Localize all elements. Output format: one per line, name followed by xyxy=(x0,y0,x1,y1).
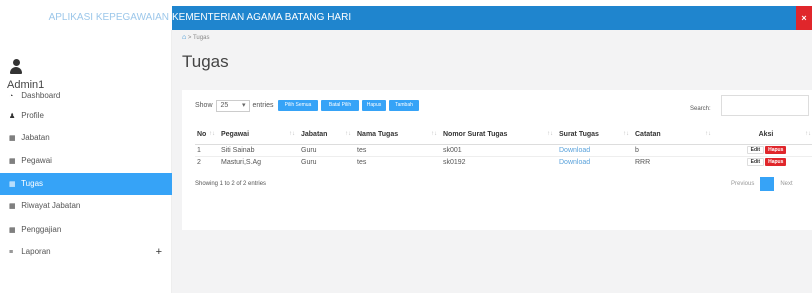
table-info: Showing 1 to 2 of 2 entries xyxy=(195,181,267,187)
cell-catatan: b xyxy=(633,143,715,156)
user-icon: ♟ xyxy=(9,113,16,120)
cell-nama-tugas: tes xyxy=(355,143,441,156)
sidebar-item-label: Riwayat Jabatan xyxy=(21,201,81,210)
sidebar-item-label: Dashboard xyxy=(21,91,61,100)
cell-no: 1 xyxy=(195,143,219,156)
cell-nomor-surat: sk0192 xyxy=(441,155,557,168)
table-icon: ▦ xyxy=(9,203,16,210)
cell-nama-tugas: tes xyxy=(355,155,441,168)
home-icon[interactable]: ⌂ xyxy=(182,34,186,41)
sidebar-item-jabatan[interactable]: ▦ Jabatan xyxy=(0,127,172,149)
column-header[interactable]: No ↑↓ xyxy=(195,126,219,145)
cell-nomor-surat: sk001 xyxy=(441,143,557,156)
sidebar-item-label: Profile xyxy=(21,111,44,120)
table-icon: ▦ xyxy=(9,181,16,188)
sidebar-item-profile[interactable]: ♟ Profile xyxy=(0,105,172,127)
sidebar-item-dashboard[interactable]: ◔ Dashboard xyxy=(0,85,172,107)
cell-jabatan: Guru xyxy=(299,155,355,168)
column-header[interactable]: Catatan ↑↓ xyxy=(633,126,715,145)
bars-icon: ≡ xyxy=(9,249,14,256)
app-title-text: KEMENTERIAN AGAMA BATANG HARI xyxy=(172,12,352,23)
entries-select[interactable]: 25 xyxy=(215,100,250,112)
download-link[interactable]: Download xyxy=(557,143,633,156)
column-header[interactable]: Nama Tugas ↑↓ xyxy=(355,126,441,145)
cell-aksi: Edit Hapus xyxy=(715,143,812,156)
breadcrumb: ⌂ > Tugas xyxy=(182,34,209,41)
column-header[interactable]: Jabatan ↑↓ xyxy=(299,126,355,145)
sidebar-item-label: Pegawai xyxy=(21,156,52,165)
cell-pegawai: Masturi,S.Ag xyxy=(219,155,299,168)
breadcrumb-separator: > xyxy=(187,35,192,41)
table-icon: ▦ xyxy=(9,158,16,165)
breadcrumb-current: Tugas xyxy=(192,35,210,41)
table-icon: ▦ xyxy=(9,227,16,234)
cell-pegawai: Siti Sainab xyxy=(219,143,299,156)
sidebar-item-pegawai[interactable]: ▦ Pegawai xyxy=(0,150,172,172)
user-avatar-icon xyxy=(9,59,23,75)
column-header[interactable]: Aksi ↑↓ xyxy=(715,126,812,145)
cell-aksi: Edit Hapus xyxy=(715,155,812,168)
search-input[interactable] xyxy=(721,95,809,116)
sidebar-item-label: Tugas xyxy=(21,179,44,188)
app-title: APLIKASI KEPEGAWAIAN KEMENTERIAN AGAMA B… xyxy=(49,6,352,30)
sidebar-item-label: Jabatan xyxy=(21,133,50,142)
main-content: ⌂ > Tugas Tugas Show25entries Pilih Semu… xyxy=(172,30,812,293)
cell-no: 2 xyxy=(195,155,219,168)
next-button[interactable]: Next xyxy=(780,177,792,191)
download-link[interactable]: Download xyxy=(557,155,633,168)
column-header[interactable]: Nomor Surat Tugas ↑↓ xyxy=(441,126,557,145)
table-header-row: No ↑↓ Pegawai ↑↓ Jabatan ↑↓ Nama Tugas ↑↓ No… xyxy=(195,126,812,145)
table-row: 1 Siti Sainab Guru tes sk001 Download b … xyxy=(195,143,812,156)
table-row: 2 Masturi,S.Ag Guru tes sk0192 Download … xyxy=(195,155,812,168)
edit-button[interactable]: Edit xyxy=(746,146,765,154)
sidebar-item-tugas[interactable]: ▦ Tugas xyxy=(0,173,172,195)
delete-button[interactable]: Hapus xyxy=(362,100,386,111)
sidebar-item-label: Penggajian xyxy=(21,225,62,234)
show-label: Show xyxy=(195,102,213,109)
column-header[interactable]: Pegawai ↑↓ xyxy=(219,126,299,145)
sidebar-item-label: Laporan xyxy=(21,247,51,256)
column-header[interactable]: Surat Tugas ↑↓ xyxy=(557,126,633,145)
expand-plus-icon[interactable]: + xyxy=(156,241,162,263)
tugas-table: No ↑↓ Pegawai ↑↓ Jabatan ↑↓ Nama Tugas ↑↓ No… xyxy=(195,126,812,168)
delete-row-button[interactable]: Hapus xyxy=(765,146,787,154)
cell-jabatan: Guru xyxy=(299,143,355,156)
sidebar-item-laporan[interactable]: ≡ Laporan + xyxy=(0,241,172,263)
edit-button[interactable]: Edit xyxy=(746,158,765,167)
app-title-prefix: APLIKASI KEPEGAWAIAN xyxy=(48,12,169,23)
search-label: Search: xyxy=(690,106,711,112)
sidebar-item-riwayat-jabatan[interactable]: ▦ Riwayat Jabatan xyxy=(0,195,172,217)
select-all-button[interactable]: Pilih Semua xyxy=(278,100,318,111)
table-icon: ▦ xyxy=(9,135,16,142)
page-title: Tugas xyxy=(182,52,229,71)
close-icon[interactable]: × xyxy=(796,6,812,30)
delete-row-button[interactable]: Hapus xyxy=(765,158,787,167)
pagination: Previous 1 Next xyxy=(731,177,793,191)
add-button[interactable]: Tambah xyxy=(389,100,419,111)
entries-control: Show25entries xyxy=(195,100,274,112)
page-1-button[interactable]: 1 xyxy=(760,177,775,191)
deselect-button[interactable]: Batal Pilih xyxy=(321,100,359,111)
sidebar-item-penggajian[interactable]: ▦ Penggajian xyxy=(0,219,172,241)
entries-label: entries xyxy=(252,102,274,109)
table-panel: Show25entries Pilih Semua Batal Pilih Ha… xyxy=(182,90,812,230)
previous-button[interactable]: Previous xyxy=(731,177,754,191)
cell-catatan: RRR xyxy=(633,155,715,168)
sidebar: Admin1 ◔ Dashboard ♟ Profile ▦ Jabatan ▦… xyxy=(0,30,172,293)
